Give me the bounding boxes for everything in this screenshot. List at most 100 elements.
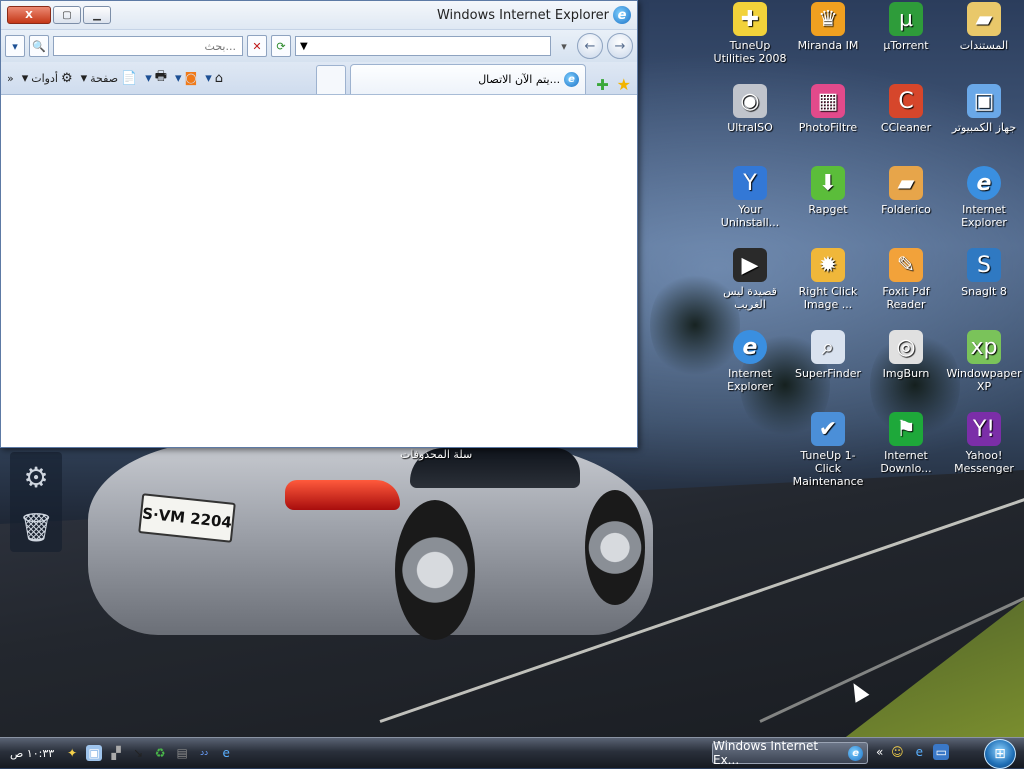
recycle-bin-icon[interactable]: 🗑	[18, 511, 54, 544]
computer-icon: ▣	[967, 84, 1001, 118]
quick-launch: « ☺ e ▭	[876, 744, 950, 760]
desktop-icon[interactable]: ✚ TuneUp Utilities 2008	[711, 2, 789, 65]
refresh-button[interactable]: ⟳	[271, 35, 291, 57]
desktop-icon-label: µTorrent	[883, 39, 929, 52]
desktop-icon-label: Right Click Image ...	[798, 285, 858, 311]
desktop-icon[interactable]: µ µTorrent	[867, 2, 945, 52]
command-bar: » ▾ أدوات ⚙ ▾ صفحة 📄 ▾ 🖶 ▾ ◙ ▾ ⌂	[7, 67, 223, 89]
download-arrow-icon: ⬇	[811, 166, 845, 200]
ie-icon: e	[613, 6, 631, 24]
page-icon: 📄	[121, 70, 138, 86]
desktop-icon[interactable]: S SnagIt 8	[945, 248, 1023, 298]
desktop-icon[interactable]: ▰ المستندات	[945, 2, 1023, 52]
favorites-star-icon[interactable]: ★	[617, 75, 631, 94]
foxit-icon: ✎	[889, 248, 923, 282]
desktop-icon[interactable]: Y! Yahoo! Messenger	[945, 412, 1023, 475]
chevron-down-icon: ▾	[205, 70, 212, 86]
sidebar-gadget[interactable]: ⚙ 🗑	[10, 452, 62, 552]
desktop-icon[interactable]: Y Your Uninstall...	[711, 166, 789, 229]
tray-ie-icon[interactable]: e	[218, 745, 234, 761]
ie-window[interactable]: X ▢ ▁ Windows Internet Explorer e ▾ 🔍 ✕ …	[0, 0, 638, 448]
tray-magic-wand-icon[interactable]: ✦	[64, 745, 80, 761]
address-dropdown-icon[interactable]: ▼	[300, 41, 308, 52]
show-desktop-icon[interactable]: ▭	[933, 744, 950, 760]
window-title: Windows Internet Explorer e	[437, 6, 631, 24]
uninstaller-icon: Y	[733, 166, 767, 200]
desktop-icon[interactable]: ▰ Folderico	[867, 166, 945, 216]
tab-active[interactable]: يتم الآن الاتصال... e	[350, 64, 587, 94]
home-menu[interactable]: ▾ ⌂	[205, 71, 223, 86]
tray-messenger-icon[interactable]: دد	[196, 745, 212, 761]
chevron-down-icon: ▾	[175, 70, 182, 86]
ie-titlebar[interactable]: X ▢ ▁ Windows Internet Explorer e	[1, 1, 637, 30]
tray-network-icon[interactable]: ▞	[108, 745, 124, 761]
desktop-icon[interactable]: C CCleaner	[867, 84, 945, 134]
recent-pages-dropdown[interactable]: ▾	[555, 36, 573, 56]
taskbar-button-ie[interactable]: Windows Internet Ex... e	[712, 739, 868, 767]
desktop-icon[interactable]: xp Windowpaper XP	[945, 330, 1023, 393]
desktop-icon-label: المستندات	[959, 39, 1009, 52]
desktop-icon-label: Internet Explorer	[727, 367, 773, 393]
favorites-buttons: ✚ ★	[596, 75, 631, 94]
tray-disk-icon[interactable]: ▤	[174, 745, 190, 761]
search-options-dropdown[interactable]: ▾	[5, 35, 25, 57]
desktop-icon[interactable]: ▶ قصيدة ليس الغريب	[711, 248, 789, 311]
desktop-icon[interactable]: e Internet Explorer	[945, 166, 1023, 229]
tab-row: » ▾ أدوات ⚙ ▾ صفحة 📄 ▾ 🖶 ▾ ◙ ▾ ⌂ يتم الآ…	[1, 62, 637, 95]
rss-feed-icon: ◙	[184, 70, 198, 86]
desktop-icon[interactable]: ♛ Miranda IM	[789, 2, 867, 52]
tab-strip: يتم الآن الاتصال... e ✚ ★	[316, 62, 631, 94]
desktop-icon-label: Internet Downlo...	[880, 449, 932, 475]
ie-icon: e	[848, 745, 863, 761]
desktop-icon[interactable]: ⌕ SuperFinder	[789, 330, 867, 380]
disc-icon: ◉	[733, 84, 767, 118]
toolbar-overflow-button[interactable]: »	[7, 72, 14, 85]
search-icon[interactable]: 🔍	[29, 35, 49, 57]
yahoo-messenger-icon[interactable]: ☺	[889, 744, 905, 760]
desktop-icon[interactable]: ◎ ImgBurn	[867, 330, 945, 380]
magnifier-icon: ⌕	[811, 330, 845, 364]
tray-window-icon[interactable]: ▣	[86, 745, 103, 761]
minimize-button[interactable]: ▁	[83, 6, 111, 24]
ie-quicklaunch-icon[interactable]: e	[911, 744, 927, 760]
stop-button[interactable]: ✕	[247, 35, 267, 57]
desktop-icon[interactable]: ◉ UltraISO	[711, 84, 789, 134]
desktop-icon-label: CCleaner	[880, 121, 932, 134]
add-favorites-icon[interactable]: ✚	[596, 76, 609, 94]
photofiltre-icon: ▦	[811, 84, 845, 118]
search-input[interactable]	[58, 38, 238, 54]
desktop-icon[interactable]: ⬇ Rapget	[789, 166, 867, 216]
page-menu[interactable]: ▾ صفحة 📄	[81, 71, 138, 86]
desktop-icon[interactable]: e Internet Explorer	[711, 330, 789, 393]
desktop-icon-label: Miranda IM	[797, 39, 859, 52]
new-tab-button[interactable]	[316, 65, 347, 94]
start-button[interactable]: ⊞	[984, 739, 1016, 769]
maximize-button[interactable]: ▢	[53, 6, 81, 24]
desktop-icon[interactable]: ▦ PhotoFiltre	[789, 84, 867, 134]
recycle-bin-label: سلة المحذوفات	[400, 448, 473, 461]
address-row: ▾ 🔍 ✕ ⟳ ▼ ▾ ← →	[1, 30, 637, 62]
desktop-icon-label: Windowpaper XP	[946, 367, 1022, 393]
tray-volume-icon[interactable]: ↘	[130, 745, 146, 761]
tray-recycle-icon[interactable]: ♻	[152, 745, 168, 761]
page-content-area[interactable]	[1, 95, 637, 447]
search-box[interactable]	[53, 36, 243, 56]
tray-clock[interactable]: ١٠:٣٣ ص	[10, 747, 54, 760]
quick-launch-overflow[interactable]: «	[876, 745, 883, 759]
desktop-icon-label: Rapget	[808, 203, 848, 216]
address-bar[interactable]: ▼	[295, 36, 551, 56]
desktop-icon[interactable]: ✎ Foxit Pdf Reader	[867, 248, 945, 311]
ie-icon: e	[967, 166, 1001, 200]
back-button[interactable]: ←	[577, 33, 603, 59]
print-menu[interactable]: ▾ 🖶	[145, 67, 167, 89]
close-button[interactable]: X	[7, 6, 51, 24]
desktop-icon[interactable]: ⚑ Internet Downlo...	[867, 412, 945, 475]
flag-icon: ⚑	[889, 412, 923, 446]
desktop-icon[interactable]: ▣ جهاز الكمبيوتر	[945, 84, 1023, 134]
tools-menu[interactable]: ▾ أدوات ⚙	[22, 71, 73, 86]
feeds-menu[interactable]: ▾ ◙	[175, 71, 197, 86]
forward-button[interactable]: →	[607, 33, 633, 59]
desktop-icon[interactable]: ✹ Right Click Image ...	[789, 248, 867, 311]
desktop-icon[interactable]: ✔ TuneUp 1-Click Maintenance	[789, 412, 867, 488]
gear-icon[interactable]: ⚙	[23, 461, 48, 494]
